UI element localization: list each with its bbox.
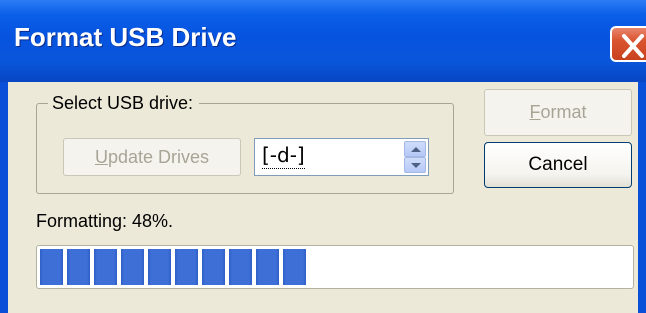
arrow-down-icon: [411, 163, 421, 168]
update-drives-accelerator: U: [94, 147, 108, 167]
window-border-left: [0, 82, 8, 313]
cancel-button[interactable]: Cancel: [484, 142, 632, 188]
spin-up-button[interactable]: [404, 141, 426, 157]
format-usb-dialog: Format USB Drive Select USB drive: Updat…: [0, 0, 646, 313]
spin-buttons: [404, 141, 426, 173]
progress-track: [40, 249, 630, 285]
window-border-right: [638, 82, 646, 313]
arrow-up-icon: [411, 147, 421, 152]
formatting-status: Formatting: 48%.: [36, 211, 174, 231]
title-bar[interactable]: Format USB Drive: [0, 0, 646, 82]
update-drives-button[interactable]: Update Drives: [63, 138, 241, 176]
spin-down-button[interactable]: [404, 157, 426, 173]
progress-blocks: [40, 249, 306, 285]
close-icon: [622, 34, 644, 58]
window-title: Format USB Drive: [14, 22, 237, 52]
drive-select-value: [-d-]: [262, 143, 305, 169]
format-button[interactable]: Format: [484, 89, 632, 136]
drive-select-spinner[interactable]: [-d-]: [254, 138, 429, 176]
progress-fill: [40, 249, 306, 285]
format-label: ormat: [540, 102, 587, 122]
format-accelerator: F: [529, 102, 541, 122]
update-drives-label: pdate Drives: [107, 147, 210, 167]
groupbox-label: Select USB drive:: [48, 93, 200, 114]
close-button[interactable]: [610, 26, 646, 62]
format-progress-bar: [36, 245, 634, 289]
